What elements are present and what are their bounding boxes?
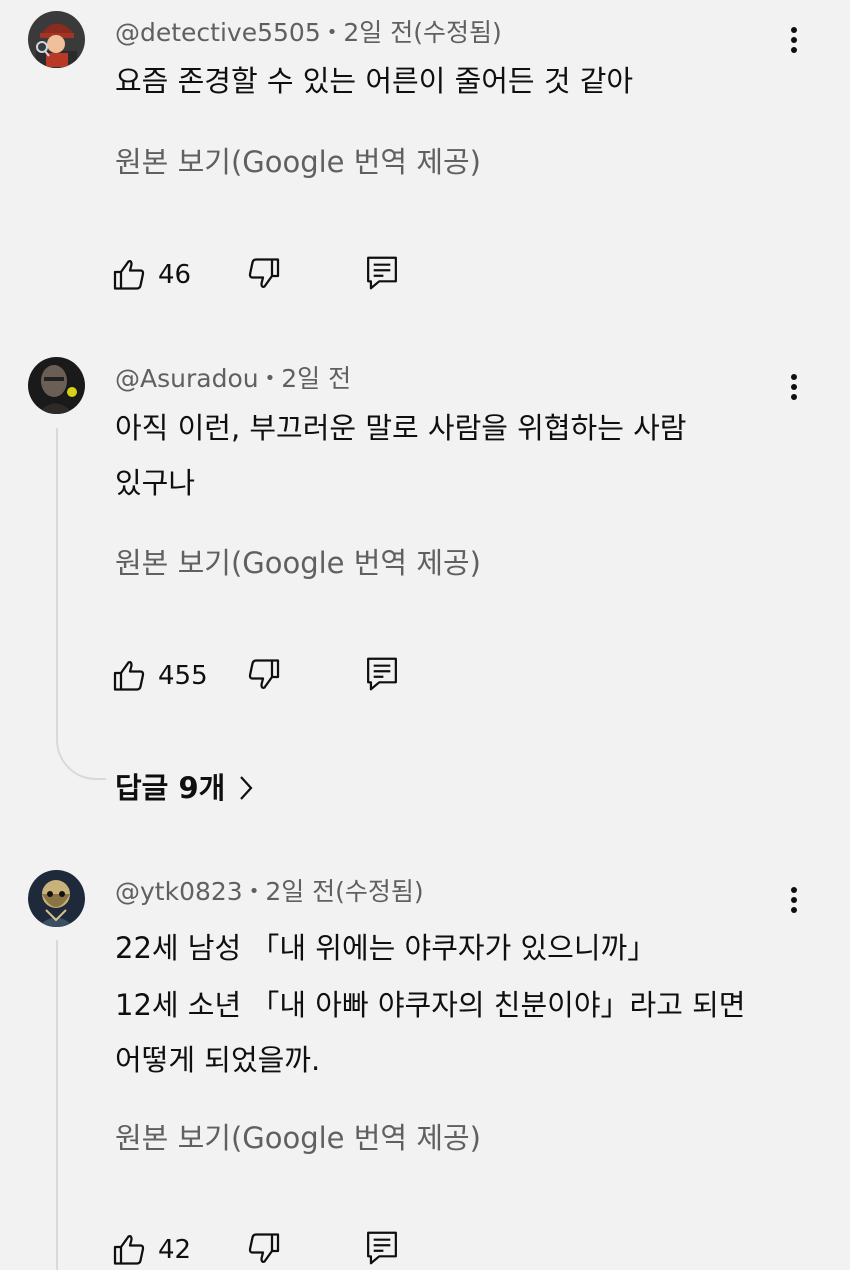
comment-time: 2일 전(수정됨) [343, 18, 502, 47]
dislike-button[interactable] [245, 656, 281, 696]
like-button[interactable]: 42 [112, 1232, 191, 1268]
separator-dot: • [264, 368, 276, 389]
reply-button[interactable] [365, 656, 399, 696]
more-vert-icon [791, 374, 797, 400]
like-count: 455 [158, 661, 208, 691]
see-original-link[interactable]: 원본 보기(Google 번역 제공) [115, 1118, 481, 1158]
comment-text-line: 어떻게 되었을까. [115, 1043, 321, 1077]
thumb-up-icon [113, 260, 145, 290]
view-replies-button[interactable]: 답글 9개 [115, 768, 253, 808]
comment-header: @detective5505 • 2일 전(수정됨) [115, 16, 502, 50]
more-options-button[interactable] [778, 880, 810, 920]
comment-text-line: 있구나 [115, 466, 196, 500]
comment-actions: 455 [112, 656, 397, 696]
thumb-down-icon [248, 258, 280, 288]
thread-line [56, 428, 58, 740]
thread-curve [56, 740, 106, 780]
more-vert-icon [791, 27, 797, 53]
like-count: 46 [158, 260, 192, 290]
comment-text-line: 12세 소년 「내 아빠 야쿠자의 친분이야」라고 되면 [115, 988, 746, 1022]
comment-actions: 42 [112, 1230, 397, 1270]
more-options-button[interactable] [778, 20, 810, 60]
chevron-right-icon [240, 776, 253, 800]
thumb-up-icon [113, 661, 145, 691]
like-count: 42 [158, 1235, 192, 1265]
see-original-link[interactable]: 원본 보기(Google 번역 제공) [115, 142, 481, 182]
reply-button[interactable] [365, 255, 399, 295]
separator-dot: • [248, 881, 260, 902]
thread-line [56, 940, 58, 1270]
replies-count-label: 답글 9개 [115, 771, 226, 805]
more-vert-icon [791, 887, 797, 913]
thumb-up-icon [113, 1235, 145, 1265]
comment-header: @Asuradou • 2일 전 [115, 362, 351, 396]
comment-time: 2일 전(수정됨) [265, 877, 424, 906]
avatar[interactable] [28, 11, 85, 68]
reply-comment-icon [367, 1231, 397, 1265]
like-button[interactable]: 46 [112, 257, 191, 293]
separator-dot: • [326, 22, 338, 43]
comment-header: @ytk0823 • 2일 전(수정됨) [115, 875, 424, 909]
dislike-button[interactable] [245, 1230, 281, 1270]
comment-actions: 46 [112, 255, 397, 295]
comment-time: 2일 전 [281, 364, 352, 393]
author-name[interactable]: @ytk0823 [115, 877, 243, 906]
comment-text-line: 요즘 존경할 수 있는 어른이 줄어든 것 같아 [115, 64, 634, 98]
thumb-down-icon [248, 659, 280, 689]
thumb-down-icon [248, 1233, 280, 1263]
reply-comment-icon [367, 256, 397, 290]
avatar[interactable] [28, 357, 85, 414]
author-name[interactable]: @detective5505 [115, 18, 321, 47]
comment-text-line: 아직 이런, 부끄러운 말로 사람을 위협하는 사람 [115, 411, 687, 445]
avatar[interactable] [28, 870, 85, 927]
more-options-button[interactable] [778, 367, 810, 407]
reply-button[interactable] [365, 1230, 399, 1270]
dislike-button[interactable] [245, 255, 281, 295]
like-button[interactable]: 455 [112, 658, 208, 694]
author-name[interactable]: @Asuradou [115, 364, 259, 393]
see-original-link[interactable]: 원본 보기(Google 번역 제공) [115, 543, 481, 583]
comment-text-line: 22세 남성 「내 위에는 야쿠자가 있으니까」 [115, 931, 657, 965]
reply-comment-icon [367, 657, 397, 691]
